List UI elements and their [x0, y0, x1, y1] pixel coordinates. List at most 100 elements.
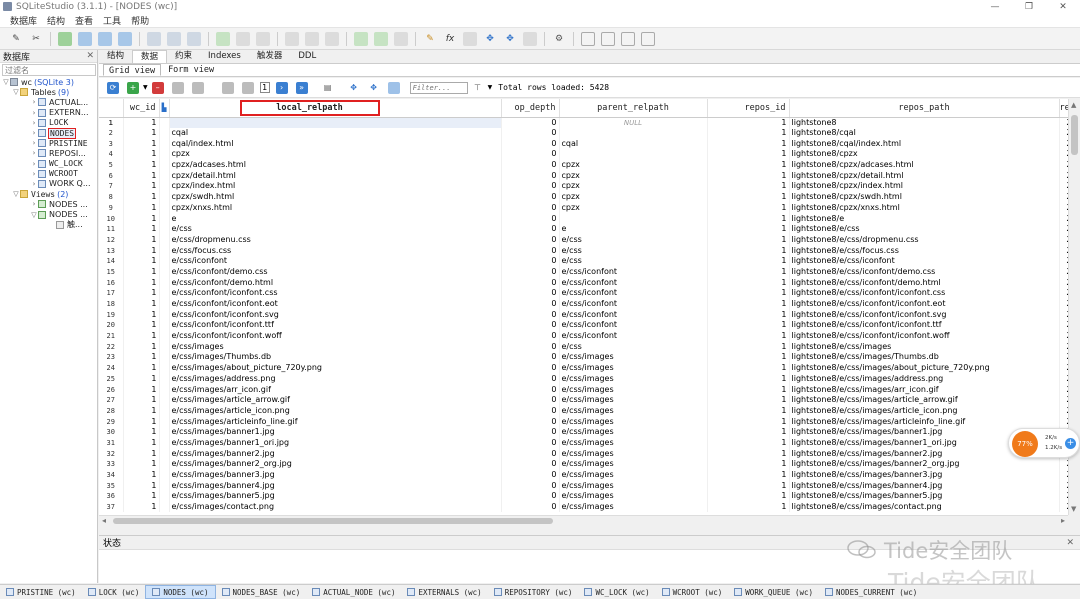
cell-wc-id[interactable]: 1 [123, 330, 160, 342]
cell-repos-path[interactable]: lightstone8/e/css/iconfont/iconfont.eot [789, 298, 1060, 310]
cell-repos-id[interactable]: 1 [707, 255, 790, 267]
menu-view[interactable]: 查看 [75, 14, 93, 27]
cell-parent-relpath[interactable]: NULL [559, 117, 708, 128]
table-row[interactable]: 7 1 cpzx/index.html 0 cpzx 1 lightstone8/cpzx/… [99, 181, 1080, 192]
cell-local-relpath[interactable]: cpzx/index.html [169, 181, 502, 192]
cell-local-relpath[interactable]: e/css/images/address.png [169, 373, 502, 385]
cell-key[interactable] [159, 298, 170, 310]
cell-wc-id[interactable]: 1 [123, 320, 160, 331]
cell-wc-id[interactable]: 1 [123, 127, 160, 139]
cell-key[interactable] [159, 384, 170, 395]
cell-op-depth[interactable]: 0 [501, 255, 560, 267]
cell-op-depth[interactable]: 0 [501, 202, 560, 214]
cell-repos-path[interactable]: lightstone8/e/css/images/article_arrow.g… [789, 394, 1060, 406]
cell-repos-path[interactable]: lightstone8/e/css/iconfont/iconfont.css [789, 288, 1060, 299]
cell-op-depth[interactable]: 0 [501, 149, 560, 160]
table-row[interactable]: 35 1 e/css/images/banner4.jpg 0 e/css/images… [99, 480, 1080, 492]
tree-table-actual[interactable]: › ACTUAL... [0, 97, 97, 107]
cell-op-depth[interactable]: 0 [501, 362, 560, 374]
cell-key[interactable] [159, 448, 170, 459]
cell-repos-id[interactable]: 1 [707, 352, 790, 363]
table-row[interactable]: 18 1 e/css/iconfont/iconfont.eot 0 e/css/ico… [99, 298, 1080, 310]
cell-op-depth[interactable]: 0 [501, 266, 560, 278]
cell-local-relpath[interactable]: cpzx [169, 149, 502, 160]
cell-parent-relpath[interactable]: e/css/images [559, 491, 708, 502]
expand-icon[interactable]: › [30, 129, 38, 137]
cell-repos-id[interactable]: 1 [707, 138, 790, 150]
cell-repos-id[interactable]: 1 [707, 298, 790, 310]
connect-icon[interactable]: ✎ [9, 32, 23, 46]
table-row[interactable]: 6 1 cpzx/detail.html 0 cpzx 1 lightstone8/cpzx… [99, 170, 1080, 182]
cell-repos-id[interactable]: 1 [707, 170, 790, 182]
cell-local-relpath[interactable]: e/css/images/article_arrow.gif [169, 394, 502, 406]
cell-key[interactable] [159, 266, 170, 278]
cell-wc-id[interactable]: 1 [123, 480, 160, 492]
cell-repos-path[interactable]: lightstone8/cqal [789, 127, 1060, 139]
cell-op-depth[interactable]: 0 [501, 405, 560, 417]
cell-local-relpath[interactable]: e/css/iconfont/demo.html [169, 277, 502, 288]
cell-wc-id[interactable]: 1 [123, 245, 160, 256]
cascade-windows-icon[interactable] [641, 31, 655, 46]
cell-op-depth[interactable]: 0 [501, 394, 560, 406]
cell-key[interactable] [159, 352, 170, 363]
cell-wc-id[interactable]: 1 [123, 384, 160, 395]
disconnect-icon[interactable]: ✂ [29, 32, 43, 46]
cell-parent-relpath[interactable]: e/css/images [559, 394, 708, 406]
cell-wc-id[interactable]: 1 [123, 469, 160, 481]
table-row[interactable]: 3 1 cqal/index.html 0 cqal 1 lightstone8/cqal/… [99, 138, 1080, 150]
cell-key[interactable] [159, 213, 170, 224]
cell-local-relpath[interactable]: e/css/images/arr_icon.gif [169, 384, 502, 395]
cell-wc-id[interactable]: 1 [123, 309, 160, 321]
cell-local-relpath[interactable]: e/css/iconfont/iconfont.css [169, 288, 502, 299]
edit-trigger-icon[interactable] [305, 31, 319, 46]
cell-local-relpath[interactable]: e [169, 213, 502, 224]
cell-key[interactable] [159, 234, 170, 246]
cell-repos-path[interactable]: lightstone8/e/css/iconfont/iconfont.woff [789, 330, 1060, 342]
cell-wc-id[interactable]: 1 [123, 223, 160, 235]
cell-repos-id[interactable]: 1 [707, 330, 790, 342]
table-row[interactable]: 28 1 e/css/images/article_icon.png 0 e/css/i… [99, 405, 1080, 417]
cell-op-depth[interactable]: 0 [501, 127, 560, 139]
tree-table-nodes[interactable]: › NODES [0, 127, 97, 139]
cell-parent-relpath[interactable]: e/css/iconfont [559, 298, 708, 310]
cell-parent-relpath[interactable]: cpzx [559, 202, 708, 214]
cell-repos-id[interactable]: 1 [707, 469, 790, 481]
cell-local-relpath[interactable]: e/css/iconfont/iconfont.svg [169, 309, 502, 321]
cell-repos-path[interactable]: lightstone8/e/css/images/article_icon.pn… [789, 405, 1060, 417]
next-page-icon[interactable]: › [275, 81, 288, 94]
db-filter-input[interactable] [2, 64, 96, 76]
table-row[interactable]: 29 1 e/css/images/articleinfo_line.gif 0 e/c… [99, 416, 1080, 427]
cell-parent-relpath[interactable]: e/css/iconfont [559, 288, 708, 299]
cell-key[interactable] [159, 127, 170, 139]
edit-index-icon[interactable] [236, 31, 250, 46]
tree-table-externals[interactable]: › EXTERN... [0, 108, 97, 118]
cell-wc-id[interactable]: 1 [123, 341, 160, 353]
col-repos-id[interactable]: repos_id [707, 99, 790, 118]
table-row[interactable]: 9 1 cpzx/xnxs.html 0 cpzx 1 lightstone8/cpzx/x… [99, 202, 1080, 214]
cell-parent-relpath[interactable]: e/css/images [559, 448, 708, 459]
table-row[interactable]: 41cpzx01lightstone8/cpzx21 [99, 149, 1080, 160]
collation-editor-icon[interactable] [463, 31, 477, 46]
cell-local-relpath[interactable]: e/css [169, 223, 502, 235]
format-icon[interactable]: ✥ [348, 82, 360, 94]
cell-repos-path[interactable]: lightstone8 [789, 117, 1060, 128]
cell-parent-relpath[interactable]: e/css/images [559, 373, 708, 385]
cell-key[interactable] [159, 202, 170, 214]
cell-wc-id[interactable]: 1 [123, 459, 160, 470]
cell-repos-path[interactable]: lightstone8/e/css/images [789, 341, 1060, 353]
horizontal-scrollbar[interactable]: ◂ ▸ [99, 515, 1068, 526]
window-tab-externals[interactable]: EXTERNALS (wc) [401, 585, 487, 599]
create-table-icon[interactable] [147, 31, 161, 46]
tree-view-1[interactable]: › NODES ... [0, 199, 97, 209]
cell-op-depth[interactable]: 0 [501, 117, 560, 128]
cell-repos-id[interactable]: 1 [707, 437, 790, 449]
cell-repos-id[interactable]: 1 [707, 448, 790, 459]
cell-wc-id[interactable]: 1 [123, 255, 160, 267]
cell-local-relpath[interactable]: e/css/images/banner5.jpg [169, 491, 502, 502]
table-row[interactable]: 15 1 e/css/iconfont/demo.css 0 e/css/iconfon… [99, 266, 1080, 278]
cell-local-relpath[interactable]: cqal [169, 127, 502, 139]
last-page-icon[interactable]: » [295, 81, 308, 94]
delete-index-icon[interactable] [256, 31, 270, 46]
cell-local-relpath[interactable]: e/css/dropmenu.css [169, 234, 502, 246]
cell-op-depth[interactable]: 0 [501, 459, 560, 470]
